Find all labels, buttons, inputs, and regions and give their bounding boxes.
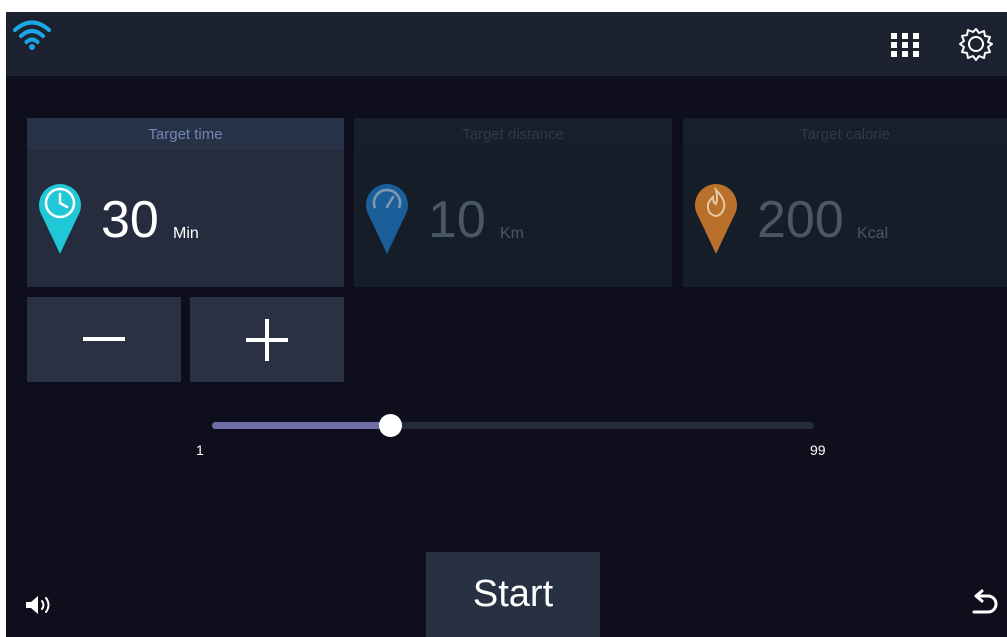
target-distance-card[interactable]: Target distance 10 Km xyxy=(354,118,672,287)
grid-icon[interactable] xyxy=(888,30,922,60)
plus-icon xyxy=(246,319,288,361)
decrease-button[interactable] xyxy=(27,297,181,382)
target-time-unit: Min xyxy=(173,225,199,242)
target-calorie-card[interactable]: Target calorie 200 Kcal xyxy=(683,118,1007,287)
target-distance-value: 10 xyxy=(428,191,486,249)
target-calorie-body: 200 Kcal xyxy=(683,150,1007,287)
volume-icon[interactable] xyxy=(24,594,54,616)
target-time-card[interactable]: Target time 30 Min xyxy=(27,118,344,287)
gear-icon[interactable] xyxy=(958,26,994,62)
target-distance-body: 10 Km xyxy=(354,150,672,287)
target-distance-label: Target distance xyxy=(354,118,672,150)
target-time-value: 30 xyxy=(101,191,159,249)
target-slider[interactable] xyxy=(212,414,814,437)
back-arrow-icon[interactable] xyxy=(968,588,1000,620)
minus-icon xyxy=(83,337,125,341)
target-calorie-unit: Kcal xyxy=(857,225,889,242)
target-distance-unit: Km xyxy=(500,225,524,242)
increase-button[interactable] xyxy=(190,297,344,382)
clock-pin-icon xyxy=(39,184,81,254)
flame-pin-icon xyxy=(695,184,737,254)
target-calorie-value: 200 xyxy=(757,191,844,249)
start-button[interactable]: Start xyxy=(426,552,600,637)
target-calorie-label: Target calorie xyxy=(683,118,1007,150)
treadmill-screen: Target time 30 Min Target distance 10 Km… xyxy=(6,12,1007,637)
slider-min-label: 1 xyxy=(196,442,204,458)
wifi-icon[interactable] xyxy=(12,18,52,52)
target-time-label: Target time xyxy=(27,118,344,150)
top-bar xyxy=(6,12,1007,76)
slider-thumb[interactable] xyxy=(379,414,403,437)
slider-max-label: 99 xyxy=(810,442,826,458)
target-time-body: 30 Min xyxy=(27,150,344,287)
speedometer-pin-icon xyxy=(366,184,408,254)
slider-fill xyxy=(212,422,391,429)
